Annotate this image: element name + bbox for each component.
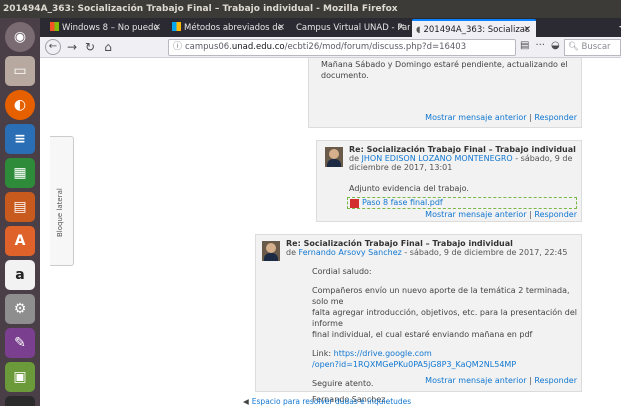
nav-bar: ← → ↻ ⌂ ⓘ campus06.unad.edu.co/ecbti26/m… (40, 37, 621, 58)
post-byline: de Fernando Arsovy Sanchez - sábado, 9 d… (286, 248, 567, 257)
body-line: falta agregar introducción, objetivos, e… (312, 308, 577, 328)
attachment-link[interactable]: Paso 8 fase final.pdf (362, 198, 443, 207)
post-header: Re: Socialización Trabajo Final – Trabaj… (349, 145, 576, 172)
tab-label: Métodos abreviados de (184, 23, 283, 33)
forward-button[interactable]: → (64, 39, 80, 55)
software-center-icon[interactable]: A (5, 226, 35, 256)
amazon-icon[interactable]: a (5, 260, 35, 290)
close-icon[interactable]: ✕ (153, 19, 161, 37)
close-icon[interactable]: ✕ (277, 19, 285, 37)
post-subject: Re: Socialización Trabajo Final – Trabaj… (349, 145, 576, 154)
launcher: ◉ ▭ ◐ ≡ ▦ ▤ A a ⚙ ✎ ▣ >_ (0, 18, 40, 406)
search-input[interactable]: 🔍︎ Buscar (564, 39, 621, 56)
post-subject: Re: Socialización Trabajo Final – Trabaj… (286, 239, 513, 248)
search-icon: 🔍︎ (568, 42, 579, 52)
reader-view-icon[interactable]: ▤ (520, 40, 529, 51)
side-block-label: Bloque lateral (56, 188, 64, 237)
calc-icon[interactable]: ▦ (5, 158, 35, 188)
tab-active-forum[interactable]: ◖ 201494A_363: Socializac ✕ (412, 19, 536, 37)
moodle-icon: ◖ (416, 25, 421, 35)
avatar[interactable] (325, 147, 343, 167)
post-date: - sábado, 9 de (512, 154, 573, 163)
tab-bar: Windows 8 – No puedo ✕ Métodos abreviado… (40, 18, 621, 37)
tab-campus[interactable]: Campus Virtual UNAD - Par ✕ (292, 19, 410, 37)
post-byline: de JHON EDISON LOZANO MONTENEGRO - sábad… (349, 154, 576, 163)
page-content: Bloque lateral Mañana Sábado y Domingo e… (40, 58, 621, 406)
home-button[interactable]: ⌂ (100, 39, 116, 55)
show-parent-link[interactable]: Mostrar mensaje anterior (425, 376, 526, 385)
byline-prefix: de (286, 248, 296, 257)
window-title: 201494A_363: Socialización Trabajo Final… (0, 0, 621, 18)
info-icon[interactable]: ⓘ (173, 40, 182, 55)
post-body: Mañana Sábado y Domingo estaré pendiente… (321, 59, 571, 81)
close-icon[interactable]: ✕ (397, 19, 405, 37)
updater-icon[interactable]: ▣ (5, 362, 35, 392)
attachment[interactable]: Paso 8 fase final.pdf (347, 197, 577, 209)
show-parent-link[interactable]: Mostrar mensaje anterior (425, 113, 526, 122)
forum-post: Mañana Sábado y Domingo estaré pendiente… (308, 58, 582, 128)
post-date: - sábado, 9 de diciembre de 2017, 22:45 (401, 248, 568, 257)
tab-label: Campus Virtual UNAD - Par (296, 23, 410, 33)
post-date-line: diciembre de 2017, 13:01 (349, 163, 453, 172)
reload-button[interactable]: ↻ (82, 39, 98, 55)
files-icon[interactable]: ▭ (5, 56, 35, 86)
post-text-line: documento. (321, 71, 369, 80)
url-host: unad.edu.co (231, 42, 285, 52)
author-link[interactable]: Fernando Arsovy Sanchez (299, 248, 402, 257)
firefox-icon[interactable]: ◐ (5, 90, 35, 120)
author-link[interactable]: JHON EDISON LOZANO MONTENEGRO (362, 154, 513, 163)
prev-discussion-link[interactable]: ◀ Espacio para resolver dudas e inquietud… (243, 397, 411, 406)
forum-post: Re: Socialización Trabajo Final – Trabaj… (255, 234, 582, 404)
microsoft-icon (172, 22, 181, 31)
tab-windows8[interactable]: Windows 8 – No puedo ✕ (46, 19, 166, 37)
post-commands: Mostrar mensaje anterior | Responder (425, 376, 577, 385)
link-label: Link: (312, 349, 332, 358)
separator: | (529, 113, 532, 122)
forum-post: Re: Socialización Trabajo Final – Trabaj… (316, 140, 582, 222)
search-placeholder: Buscar (581, 42, 611, 52)
reply-link[interactable]: Responder (534, 376, 577, 385)
page-actions-icon[interactable]: ··· (535, 40, 545, 51)
avatar[interactable] (262, 241, 280, 261)
tools-icon[interactable]: ✎ (5, 328, 35, 358)
byline-prefix: de (349, 154, 359, 163)
tab-label: Windows 8 – No puedo (62, 23, 159, 33)
close-icon[interactable]: ✕ (523, 21, 531, 37)
pdf-icon (350, 199, 359, 208)
pocket-icon[interactable]: ◒ (551, 40, 560, 51)
post-commands: Mostrar mensaje anterior | Responder (425, 210, 577, 219)
post-text-line: Mañana Sábado y Domingo estaré pendiente… (321, 60, 568, 69)
separator: | (529, 376, 532, 385)
prev-discussion-label: Espacio para resolver dudas e inquietude… (251, 397, 412, 406)
side-block-toggle[interactable]: Bloque lateral (50, 136, 74, 266)
microsoft-icon (50, 22, 59, 31)
body-line: final individual, el cual estaré enviand… (312, 330, 533, 339)
left-arrow-icon: ◀ (243, 397, 249, 406)
drive-link-cont[interactable]: /open?id=1RQXMGePKu0PA5jG8P3_KaQM2NL54MP (312, 360, 516, 369)
greeting: Cordial saludo: (312, 267, 372, 276)
drive-link[interactable]: https://drive.google.com (334, 349, 432, 358)
separator: | (529, 210, 532, 219)
body-line: Compañeros envío un nuevo aporte de la t… (312, 286, 570, 306)
writer-icon[interactable]: ≡ (5, 124, 35, 154)
show-parent-link[interactable]: Mostrar mensaje anterior (425, 210, 526, 219)
url-bar[interactable]: ⓘ campus06.unad.edu.co/ecbti26/mod/forum… (168, 39, 516, 56)
post-commands: Mostrar mensaje anterior | Responder (425, 113, 577, 122)
url-path: /ecbti26/mod/forum/discuss.php?d=16403 (284, 42, 467, 52)
terminal-icon[interactable]: >_ (5, 396, 35, 406)
post-body: Adjunto evidencia del trabajo. (349, 184, 469, 193)
back-button[interactable]: ← (45, 39, 61, 55)
reply-link[interactable]: Responder (534, 210, 577, 219)
dash-home-icon[interactable]: ◉ (5, 22, 35, 52)
tab-metodos[interactable]: Métodos abreviados de ✕ (168, 19, 290, 37)
url-prefix: campus06. (185, 42, 232, 52)
impress-icon[interactable]: ▤ (5, 192, 35, 222)
drive-link-line: Link: https://drive.google.com (312, 348, 578, 359)
post-header: Re: Socialización Trabajo Final – Trabaj… (286, 239, 567, 257)
tab-label: 201494A_363: Socializac (423, 25, 530, 35)
settings-icon[interactable]: ⚙ (5, 294, 35, 324)
reply-link[interactable]: Responder (534, 113, 577, 122)
